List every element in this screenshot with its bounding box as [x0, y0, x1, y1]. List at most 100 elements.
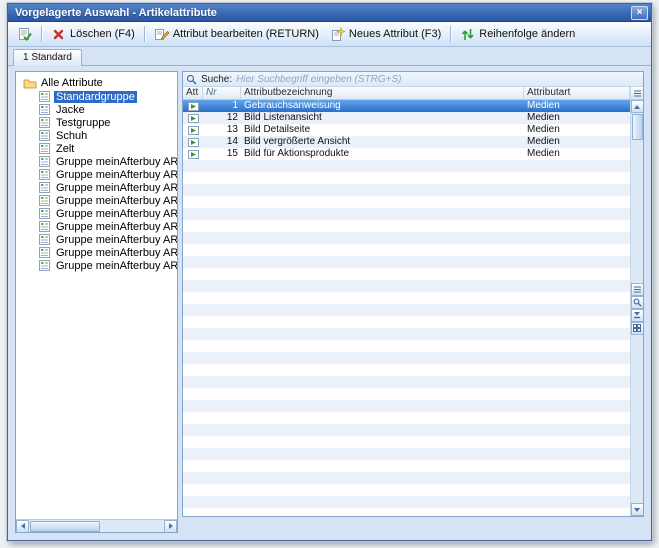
tree-item-art00078[interactable]: Gruppe meinAfterbuy ART00078 — [18, 207, 175, 220]
column-header-attributbezeichnung[interactable]: Attributbezeichnung — [241, 87, 524, 99]
table-row[interactable]: 13 Bild Detailseite Medien — [183, 124, 630, 136]
new-icon — [330, 27, 345, 42]
column-chooser-button[interactable] — [630, 87, 643, 99]
group-icon — [39, 234, 50, 245]
scroll-up-button[interactable] — [631, 100, 644, 113]
cell-attributbezeichnung: Bild Detailseite — [241, 124, 524, 136]
tree-horizontal-scrollbar[interactable] — [16, 519, 177, 532]
table-row[interactable]: 15 Bild für Aktionsprodukte Medien — [183, 148, 630, 160]
tree-item-label: Gruppe meinAfterbuy ART00080 — [54, 234, 178, 246]
reorder-button-label: Reihenfolge ändern — [479, 28, 575, 40]
media-icon — [183, 100, 203, 112]
tree-item-art00079[interactable]: Gruppe meinAfterbuy ART00079 — [18, 220, 175, 233]
group-icon — [39, 260, 50, 271]
tree-item-schuh[interactable]: Schuh — [18, 129, 175, 142]
search-label: Suche: — [201, 74, 232, 85]
toolbar: Löschen (F4) Attribut bearbeiten (RETURN… — [8, 22, 651, 47]
media-icon — [183, 136, 203, 148]
scrollbar-thumb[interactable] — [30, 521, 100, 532]
tree-item-jacke[interactable]: Jacke — [18, 103, 175, 116]
scroll-right-button[interactable] — [164, 520, 177, 533]
tree-item-zelt[interactable]: Zelt — [18, 142, 175, 155]
cell-attributart: Medien — [524, 136, 630, 148]
edit-icon — [154, 27, 169, 42]
cell-attributart: Medien — [524, 112, 630, 124]
toolbar-separator — [144, 26, 145, 42]
group-icon — [39, 221, 50, 232]
group-icon — [39, 117, 50, 128]
tree-item-testgruppe[interactable]: Testgruppe — [18, 116, 175, 129]
group-icon — [39, 182, 50, 193]
cell-nr: 1 — [203, 100, 241, 112]
search-input[interactable] — [236, 73, 640, 86]
column-header-att[interactable]: Att — [183, 87, 203, 99]
grid-header: Att Nr Attributbezeichnung Attributart — [183, 87, 643, 100]
apply-button[interactable] — [12, 24, 37, 44]
search-rows-icon[interactable] — [631, 296, 644, 309]
media-icon — [183, 112, 203, 124]
scrollbar-tool-buttons — [631, 283, 644, 335]
group-icon — [39, 130, 50, 141]
tree-root-label: Alle Attribute — [41, 77, 103, 89]
toolbar-separator — [450, 26, 451, 42]
tree-item-label: Gruppe meinAfterbuy ART00079 — [54, 221, 178, 233]
tree-item-art00073[interactable]: Gruppe meinAfterbuy ART00073 — [18, 155, 175, 168]
cell-attributbezeichnung: Bild für Aktionsprodukte — [241, 148, 524, 160]
scrollbar-thumb[interactable] — [632, 114, 643, 140]
tree-item-label: Gruppe meinAfterbuy ART00074 — [54, 169, 178, 181]
grid-rows: 1 Gebrauchsanweisung Medien 12 Bild List… — [183, 100, 630, 516]
tree-root-alle-attribute[interactable]: Alle Attribute — [18, 76, 175, 90]
tree-item-art00080[interactable]: Gruppe meinAfterbuy ART00080 — [18, 233, 175, 246]
toolbar-separator — [41, 26, 42, 42]
search-bar: Suche: — [183, 72, 643, 87]
fixed-rows-icon[interactable] — [631, 283, 644, 296]
table-row[interactable]: 12 Bild Listenansicht Medien — [183, 112, 630, 124]
tree-item-art00075[interactable]: Gruppe meinAfterbuy ART00075 — [18, 181, 175, 194]
tab-standard[interactable]: 1 Standard — [13, 49, 82, 66]
group-icon — [39, 169, 50, 180]
grid-view-icon[interactable] — [631, 322, 644, 335]
new-attribute-button-label: Neues Attribut (F3) — [349, 28, 441, 40]
grid-vertical-scrollbar[interactable] — [630, 100, 643, 516]
window-title: Vorgelagerte Auswahl - Artikelattribute — [15, 7, 631, 19]
group-icon — [39, 104, 50, 115]
group-icon — [39, 156, 50, 167]
tree-item-art00081[interactable]: Gruppe meinAfterbuy ART00081 — [18, 246, 175, 259]
dialog-window: Vorgelagerte Auswahl - Artikelattribute … — [7, 3, 652, 541]
edit-attribute-button[interactable]: Attribut bearbeiten (RETURN) — [149, 24, 324, 44]
tree-item-label: Gruppe meinAfterbuy ART00082 — [54, 260, 178, 272]
tree-item-label: Zelt — [54, 143, 76, 155]
group-icon — [39, 247, 50, 258]
tree-item-art00076[interactable]: Gruppe meinAfterbuy ART00076 — [18, 194, 175, 207]
cell-attributbezeichnung: Bild Listenansicht — [241, 112, 524, 124]
scroll-down-button[interactable] — [631, 503, 644, 516]
group-icon — [39, 195, 50, 206]
new-attribute-button[interactable]: Neues Attribut (F3) — [325, 24, 446, 44]
tree-item-label: Gruppe meinAfterbuy ART00078 — [54, 208, 178, 220]
attribute-group-tree-panel: Alle Attribute Standardgruppe Jacke Test… — [15, 71, 178, 533]
tree-item-art00074[interactable]: Gruppe meinAfterbuy ART00074 — [18, 168, 175, 181]
cell-attributart: Medien — [524, 124, 630, 136]
reorder-icon — [460, 27, 475, 42]
goto-row-icon[interactable] — [631, 309, 644, 322]
apply-icon — [17, 27, 32, 42]
group-icon — [39, 208, 50, 219]
reorder-button[interactable]: Reihenfolge ändern — [455, 24, 580, 44]
column-header-nr[interactable]: Nr — [203, 87, 241, 99]
close-button[interactable]: × — [631, 6, 648, 20]
cell-attributart: Medien — [524, 148, 630, 160]
delete-button-label: Löschen (F4) — [70, 28, 135, 40]
media-icon — [183, 124, 203, 136]
table-row[interactable]: 1 Gebrauchsanweisung Medien — [183, 100, 630, 112]
table-row[interactable]: 14 Bild vergrößerte Ansicht Medien — [183, 136, 630, 148]
tree-item-standardgruppe[interactable]: Standardgruppe — [18, 90, 175, 103]
search-icon — [186, 74, 197, 85]
tree-item-art00082[interactable]: Gruppe meinAfterbuy ART00082 — [18, 259, 175, 272]
tab-strip: 1 Standard — [8, 47, 651, 66]
folder-icon — [23, 78, 37, 89]
column-header-attributart[interactable]: Attributart — [524, 87, 630, 99]
scroll-left-button[interactable] — [16, 520, 29, 533]
tree-item-label: Schuh — [54, 130, 89, 142]
delete-button[interactable]: Löschen (F4) — [46, 24, 140, 44]
tree-item-label: Jacke — [54, 104, 87, 116]
